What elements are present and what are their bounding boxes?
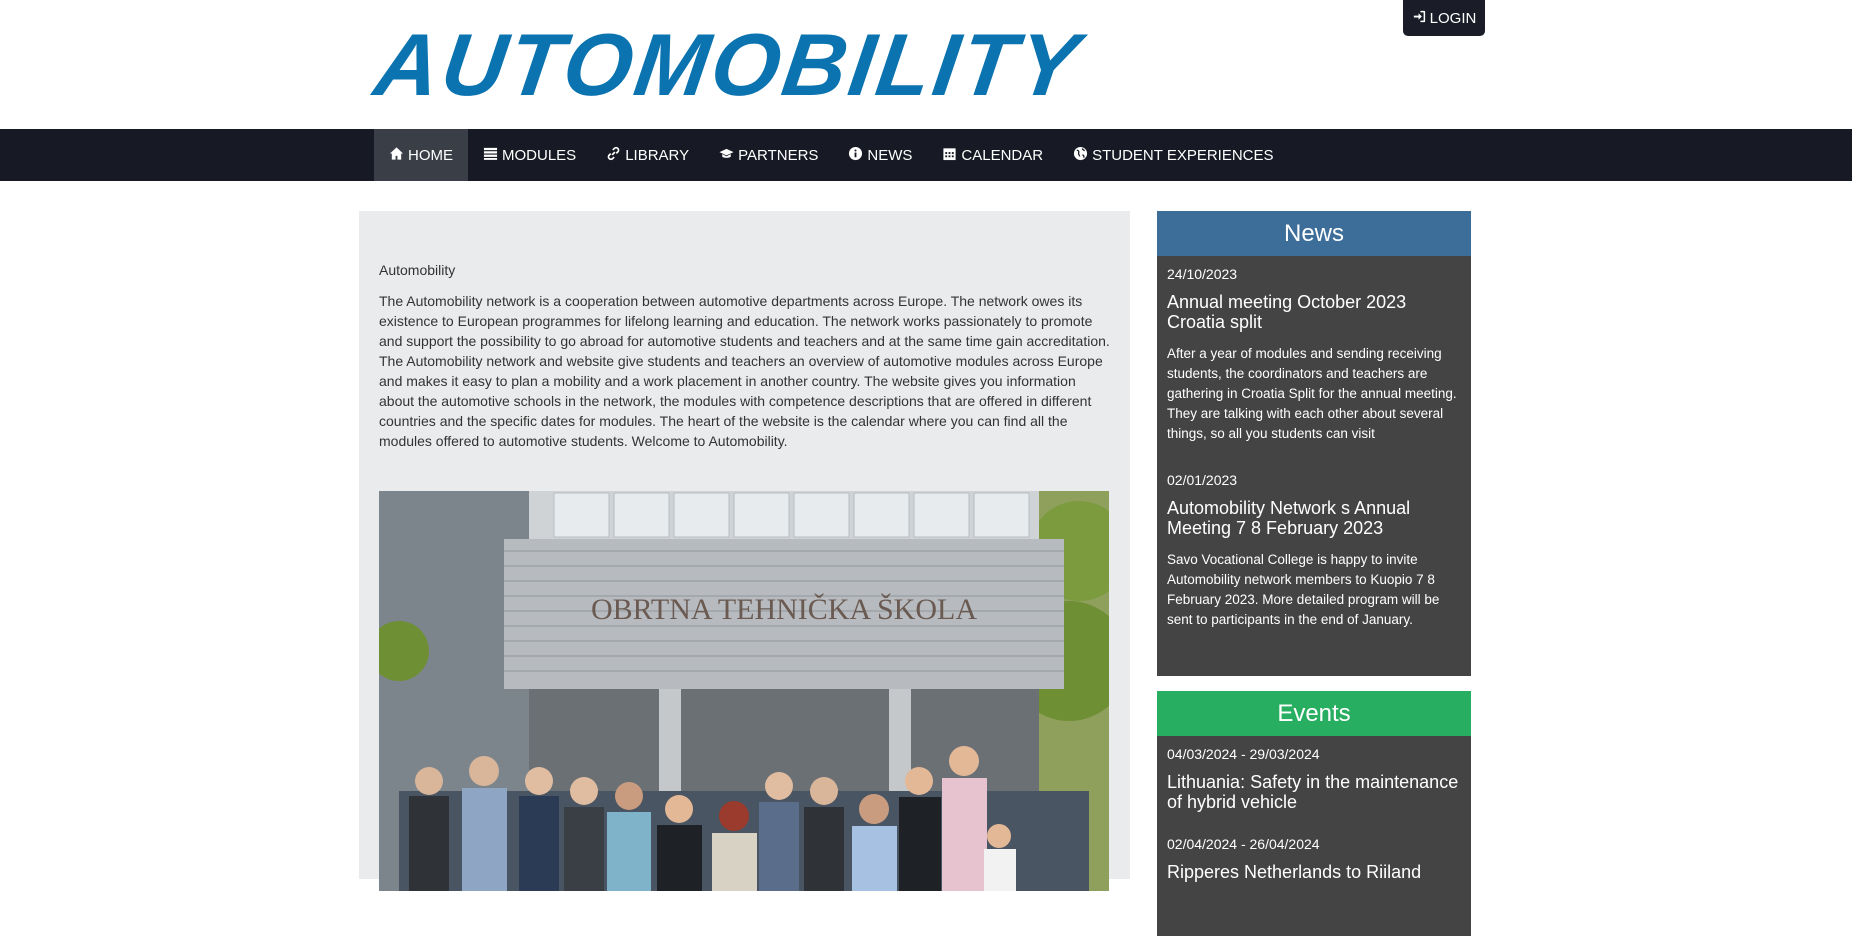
nav-item-news[interactable]: NEWS (833, 129, 927, 181)
event-date: 02/04/2024 - 26/04/2024 (1167, 836, 1320, 852)
events-list: 04/03/2024 - 29/03/2024 Lithuania: Safet… (1157, 736, 1471, 936)
main-content: Automobility The Automobility network is… (359, 211, 1130, 891)
globe-icon (1073, 146, 1088, 165)
list-icon (483, 146, 498, 165)
event-title-link[interactable]: Ripperes Netherlands to Riiland (1167, 862, 1461, 882)
events-box: Events 04/03/2024 - 29/03/2024 Lithuania… (1157, 691, 1471, 936)
sidebar: News 24/10/2023 Annual meeting October 2… (1157, 211, 1471, 936)
nav-item-student-experiences[interactable]: STUDENT EXPERIENCES (1058, 129, 1288, 181)
nav-item-label: LIBRARY (625, 146, 690, 164)
news-heading: News (1157, 211, 1471, 256)
nav-item-label: HOME (408, 146, 453, 164)
nav-items: HOME MODULES LIBRARY PARTNERS NEWS CALEN… (374, 129, 1289, 181)
nav-item-label: PARTNERS (738, 146, 819, 164)
nav-item-label: NEWS (867, 146, 913, 164)
events-heading: Events (1157, 691, 1471, 736)
login-icon (1412, 9, 1427, 28)
nav-item-label: STUDENT EXPERIENCES (1092, 146, 1274, 164)
nav-item-library[interactable]: LIBRARY (591, 129, 704, 181)
nav-item-modules[interactable]: MODULES (468, 129, 591, 181)
news-summary: After a year of modules and sending rece… (1167, 346, 1457, 441)
page-title: Automobility (379, 262, 456, 278)
info-icon (848, 146, 863, 165)
photo-sign-text: OBRTNA TEHNIČKA ŠKOLA (591, 593, 977, 626)
nav-item-label: MODULES (502, 146, 577, 164)
news-title-link[interactable]: Annual meeting October 2023 Croatia spli… (1167, 292, 1461, 332)
nav-item-calendar[interactable]: CALENDAR (927, 129, 1058, 181)
home-icon (389, 146, 404, 165)
news-title-link[interactable]: Automobility Network s Annual Meeting 7 … (1167, 498, 1461, 538)
nav-item-label: CALENDAR (961, 146, 1044, 164)
link-icon (606, 146, 621, 165)
site-header: AUTOMOBILITY LOGIN (0, 0, 1852, 129)
news-summary: Savo Vocational College is happy to invi… (1167, 552, 1440, 627)
news-date: 24/10/2023 (1167, 266, 1238, 282)
news-item: 24/10/2023 Annual meeting October 2023 C… (1167, 266, 1461, 444)
intro-text: The Automobility network is a cooperatio… (379, 293, 1110, 449)
login-button[interactable]: LOGIN (1403, 0, 1485, 36)
login-label: LOGIN (1429, 9, 1477, 27)
nav-item-home[interactable]: HOME (374, 129, 468, 181)
event-title-link[interactable]: Lithuania: Safety in the maintenance of … (1167, 772, 1461, 812)
site-logo[interactable]: AUTOMOBILITY (369, 15, 1087, 114)
news-date: 02/01/2023 (1167, 472, 1238, 488)
graduation-cap-icon (719, 146, 734, 165)
event-date: 04/03/2024 - 29/03/2024 (1167, 746, 1320, 762)
group-photo: OBRTNA TEHNIČKA ŠKOLA (379, 491, 1109, 891)
event-item: 04/03/2024 - 29/03/2024 Lithuania: Safet… (1167, 746, 1461, 812)
event-item: 02/04/2024 - 26/04/2024 Ripperes Netherl… (1167, 836, 1461, 882)
main-navbar: HOME MODULES LIBRARY PARTNERS NEWS CALEN… (0, 129, 1852, 181)
news-item: 02/01/2023 Automobility Network s Annual… (1167, 472, 1461, 630)
calendar-icon (942, 146, 957, 165)
news-list: 24/10/2023 Annual meeting October 2023 C… (1157, 256, 1471, 676)
nav-item-partners[interactable]: PARTNERS (704, 129, 833, 181)
news-box: News 24/10/2023 Annual meeting October 2… (1157, 211, 1471, 676)
